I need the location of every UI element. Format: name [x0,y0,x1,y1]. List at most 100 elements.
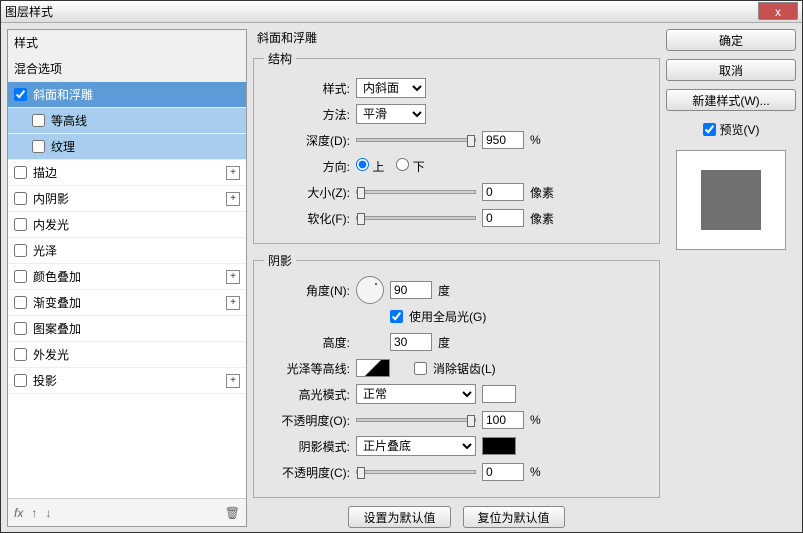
highlight-mode-label: 高光模式: [264,386,350,403]
depth-label: 深度(D): [264,132,350,149]
shadow-opacity-label: 不透明度(C): [264,464,350,481]
size-unit: 像素 [530,184,554,201]
titlebar[interactable]: 图层样式 x [1,1,802,23]
arrow-up-icon[interactable]: ↑ [31,506,37,520]
shadow-opacity-unit: % [530,465,541,479]
technique-select[interactable]: 平滑 [356,104,426,124]
sidebar-header-styles[interactable]: 样式 [8,30,246,56]
highlight-opacity-unit: % [530,413,541,427]
sidebar-list: 样式 混合选项 斜面和浮雕 等高线 纹理 描边 + [8,30,246,498]
sidebar-item-outer-glow[interactable]: 外发光 [8,342,246,368]
side-buttons: 确定 取消 新建样式(W)... 预览(V) [666,29,796,527]
cancel-button[interactable]: 取消 [666,59,796,81]
inner-shadow-checkbox[interactable] [14,192,27,205]
fx-menu[interactable]: fx [14,506,23,520]
inner-glow-checkbox[interactable] [14,218,27,231]
contour-checkbox[interactable] [32,114,45,127]
antialias-checkbox[interactable] [414,362,427,375]
angle-label: 角度(N): [264,282,350,299]
ok-button[interactable]: 确定 [666,29,796,51]
color-overlay-checkbox[interactable] [14,270,27,283]
highlight-mode-select[interactable]: 正常 [356,384,476,404]
depth-slider[interactable] [356,138,476,142]
sidebar-item-inner-glow[interactable]: 内发光 [8,212,246,238]
bevel-settings: 斜面和浮雕 结构 样式: 内斜面 方法: 平滑 深度(D): [253,29,660,527]
shadow-opacity-slider[interactable] [356,470,476,474]
outer-glow-checkbox[interactable] [14,348,27,361]
add-icon[interactable]: + [226,166,240,180]
size-input[interactable] [482,183,524,201]
sidebar-item-texture[interactable]: 纹理 [8,134,246,160]
layer-style-dialog: 图层样式 x 样式 混合选项 斜面和浮雕 等高线 纹理 [0,0,803,533]
reset-default-button[interactable]: 复位为默认值 [463,506,565,528]
highlight-opacity-slider[interactable] [356,418,476,422]
soften-unit: 像素 [530,210,554,227]
shading-legend: 阴影 [264,252,296,269]
sidebar-item-gradient-overlay[interactable]: 渐变叠加 + [8,290,246,316]
direction-up[interactable]: 上 [356,158,384,175]
gradient-overlay-checkbox[interactable] [14,296,27,309]
direction-label: 方向: [264,158,350,175]
sidebar-item-inner-shadow[interactable]: 内阴影 + [8,186,246,212]
sidebar-item-satin[interactable]: 光泽 [8,238,246,264]
angle-input[interactable] [390,281,432,299]
close-button[interactable]: x [758,2,798,20]
preview-checkbox[interactable] [703,123,716,136]
gloss-contour-picker[interactable] [356,359,390,377]
bevel-checkbox[interactable] [14,88,27,101]
style-label: 样式: [264,80,350,97]
soften-label: 软化(F): [264,210,350,227]
highlight-opacity-input[interactable] [482,411,524,429]
stroke-checkbox[interactable] [14,166,27,179]
altitude-input[interactable] [390,333,432,351]
depth-input[interactable] [482,131,524,149]
sidebar-item-stroke[interactable]: 描边 + [8,160,246,186]
preview-label: 预览(V) [720,121,760,138]
satin-checkbox[interactable] [14,244,27,257]
preview-swatch [701,170,761,230]
add-icon[interactable]: + [226,296,240,310]
size-label: 大小(Z): [264,184,350,201]
make-default-button[interactable]: 设置为默认值 [348,506,450,528]
main-panel: 斜面和浮雕 结构 样式: 内斜面 方法: 平滑 深度(D): [253,29,796,527]
new-style-button[interactable]: 新建样式(W)... [666,89,796,111]
angle-unit: 度 [438,282,450,299]
arrow-down-icon[interactable]: ↓ [45,506,51,520]
sidebar-header-blend[interactable]: 混合选项 [8,56,246,82]
preview-box [676,150,786,250]
shadow-color-swatch[interactable] [482,437,516,455]
shading-group: 阴影 角度(N): 度 使用全局光(G) 高度: [253,252,660,498]
sidebar-item-contour[interactable]: 等高线 [8,108,246,134]
highlight-color-swatch[interactable] [482,385,516,403]
panel-title: 斜面和浮雕 [257,29,660,46]
shadow-mode-select[interactable]: 正片叠底 [356,436,476,456]
direction-down[interactable]: 下 [396,158,424,175]
size-slider[interactable] [356,190,476,194]
add-icon[interactable]: + [226,374,240,388]
sidebar-item-bevel[interactable]: 斜面和浮雕 [8,82,246,108]
altitude-label: 高度: [264,334,350,351]
structure-legend: 结构 [264,50,296,67]
add-icon[interactable]: + [226,192,240,206]
shadow-mode-label: 阴影模式: [264,438,350,455]
soften-slider[interactable] [356,216,476,220]
style-select[interactable]: 内斜面 [356,78,426,98]
drop-shadow-checkbox[interactable] [14,374,27,387]
trash-icon[interactable]: 🗑 [225,506,240,520]
pattern-overlay-checkbox[interactable] [14,322,27,335]
depth-unit: % [530,133,541,147]
technique-label: 方法: [264,106,350,123]
shadow-opacity-input[interactable] [482,463,524,481]
window-title: 图层样式 [5,3,53,20]
global-light-label: 使用全局光(G) [409,308,486,325]
sidebar-item-color-overlay[interactable]: 颜色叠加 + [8,264,246,290]
texture-checkbox[interactable] [32,140,45,153]
default-buttons: 设置为默认值 复位为默认值 [253,506,660,528]
global-light-checkbox[interactable] [390,310,403,323]
angle-control[interactable] [356,276,384,304]
soften-input[interactable] [482,209,524,227]
sidebar-item-drop-shadow[interactable]: 投影 + [8,368,246,394]
sidebar-item-pattern-overlay[interactable]: 图案叠加 [8,316,246,342]
add-icon[interactable]: + [226,270,240,284]
structure-group: 结构 样式: 内斜面 方法: 平滑 深度(D): % [253,50,660,244]
